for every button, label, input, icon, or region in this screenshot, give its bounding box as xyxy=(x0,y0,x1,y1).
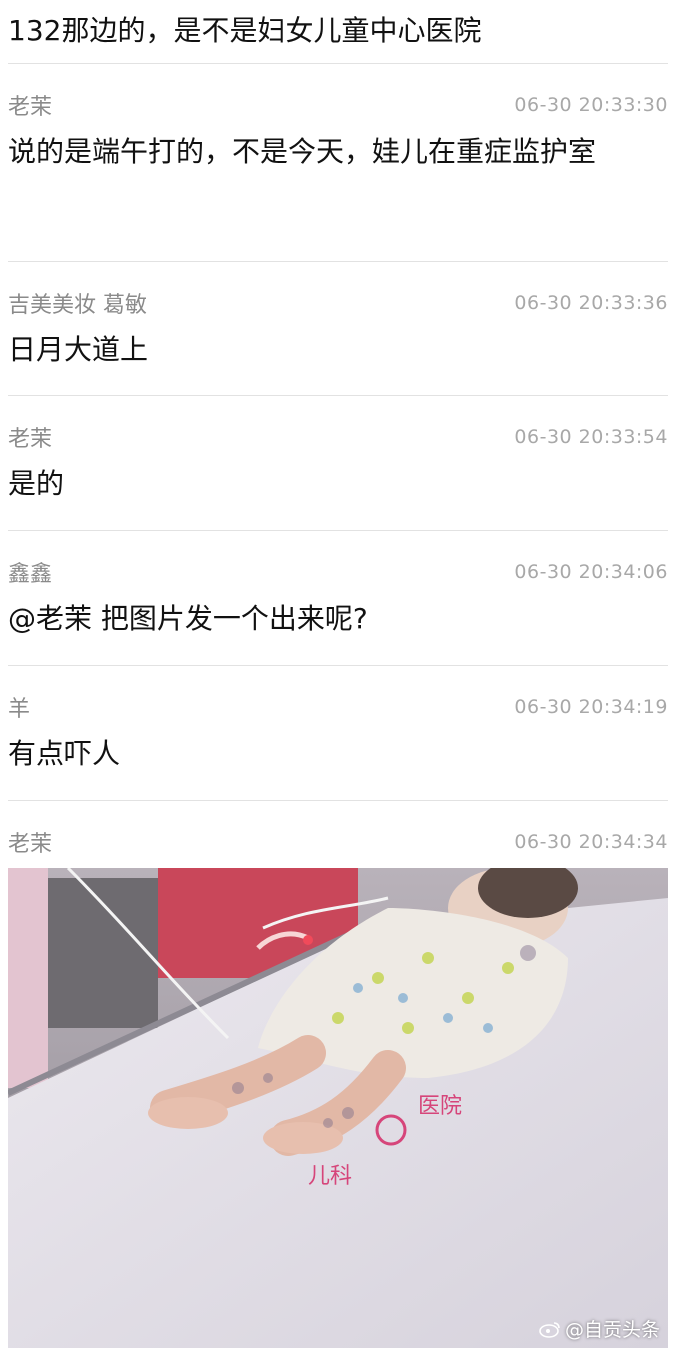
photo-illustration: 医院 儿科 xyxy=(8,868,668,1348)
message-time: 06-30 20:33:30 xyxy=(514,94,668,116)
sender-name[interactable]: 吉美美妆 葛敏 xyxy=(8,287,147,319)
sheet-text: 医院 xyxy=(418,1094,462,1119)
shared-photo[interactable]: 医院 儿科 @自贡头条 xyxy=(8,868,668,1348)
message-content: @老茉 把图片发一个出来呢? xyxy=(8,602,368,635)
message-item[interactable]: 鑫鑫 06-30 20:34:06 @老茉 把图片发一个出来呢? xyxy=(8,531,668,666)
sender-name[interactable]: 鑫鑫 xyxy=(8,556,52,588)
sender-name[interactable]: 老茉 xyxy=(8,89,52,121)
message-item[interactable]: 老茉 06-30 20:34:34 xyxy=(8,801,668,871)
message-time: 06-30 20:34:34 xyxy=(514,831,668,853)
message-time: 06-30 20:34:06 xyxy=(514,561,668,583)
sender-name[interactable]: 老茉 xyxy=(8,826,52,858)
message-item[interactable]: 羊 06-30 20:34:19 有点吓人 xyxy=(8,666,668,801)
sender-name[interactable]: 羊 xyxy=(8,691,30,723)
message-content: 说的是端午打的，不是今天，娃儿在重症监护室 xyxy=(8,135,597,168)
watermark: @自贡头条 xyxy=(539,1315,660,1342)
chat-thread: 132那边的，是不是妇女儿童中心医院 老茉 06-30 20:33:30 说的是… xyxy=(8,0,668,871)
sender-name[interactable]: 老茉 xyxy=(8,421,52,453)
message-content: 132那边的，是不是妇女儿童中心医院 xyxy=(8,0,668,64)
message-time: 06-30 20:33:54 xyxy=(514,426,668,448)
message-content: 有点吓人 xyxy=(8,737,121,770)
message-time: 06-30 20:33:36 xyxy=(514,292,668,314)
message-content: 日月大道上 xyxy=(8,333,149,366)
message-item[interactable]: 吉美美妆 葛敏 06-30 20:33:36 日月大道上 xyxy=(8,262,668,396)
message-time: 06-30 20:34:19 xyxy=(514,696,668,718)
weibo-icon xyxy=(539,1320,561,1338)
message-content: 是的 xyxy=(8,467,65,500)
sheet-text: 儿科 xyxy=(308,1164,352,1189)
watermark-text: @自贡头条 xyxy=(564,1319,660,1341)
message-item[interactable]: 老茉 06-30 20:33:30 说的是端午打的，不是今天，娃儿在重症监护室 xyxy=(8,64,668,262)
message-item[interactable]: 老茉 06-30 20:33:54 是的 xyxy=(8,396,668,531)
